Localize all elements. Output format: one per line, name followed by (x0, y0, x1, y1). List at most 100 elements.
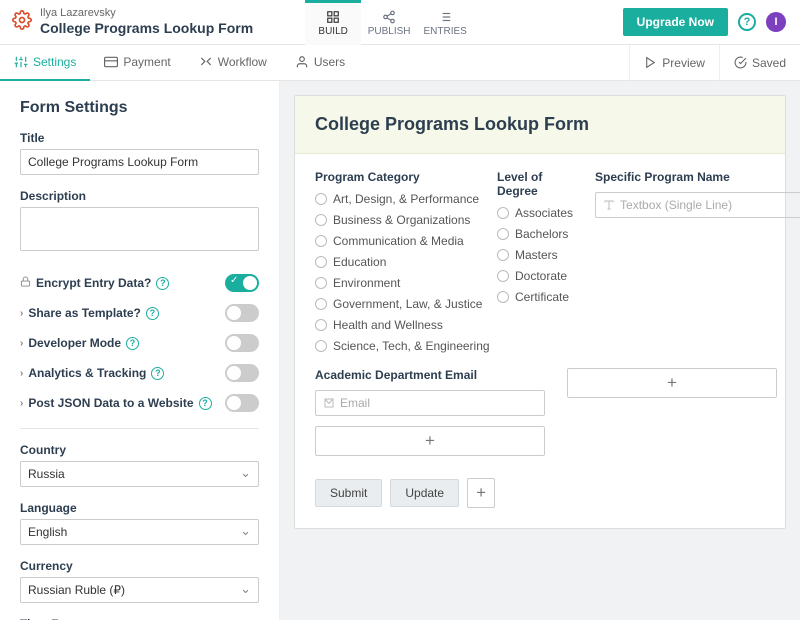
sidebar-heading: Form Settings (20, 99, 259, 117)
subtab-workflow[interactable]: Workflow (185, 45, 281, 81)
secondary-bar: Settings Payment Workflow Users Preview … (0, 45, 800, 81)
opt-developer-label: Developer Mode (28, 336, 121, 350)
radio-option[interactable]: Associates (497, 206, 573, 220)
topbar: Ilya Lazarevsky College Programs Lookup … (0, 0, 800, 45)
subtab-payment[interactable]: Payment (90, 45, 184, 81)
radio-icon (315, 256, 327, 268)
description-label: Description (20, 189, 259, 203)
submit-button[interactable]: Submit (315, 479, 382, 507)
add-action-button[interactable]: + (467, 478, 495, 508)
radio-label: Bachelors (515, 227, 568, 241)
update-button[interactable]: Update (390, 479, 459, 507)
radio-option[interactable]: Doctorate (497, 269, 573, 283)
radio-option[interactable]: Government, Law, & Justice (315, 297, 475, 311)
email-label: Academic Department Email (315, 368, 545, 382)
radio-option[interactable]: Environment (315, 276, 475, 290)
opt-share-label: Share as Template? (28, 306, 141, 320)
radio-option[interactable]: Education (315, 255, 475, 269)
tab-build[interactable]: BUILD (305, 0, 361, 45)
email-placeholder: Email (340, 396, 370, 410)
program-name-input[interactable]: Textbox (Single Line) (595, 192, 800, 218)
form-card: College Programs Lookup Form Program Cat… (294, 95, 786, 529)
field-level-of-degree[interactable]: Level of Degree AssociatesBachelorsMaste… (497, 170, 573, 360)
radio-option[interactable]: Bachelors (497, 227, 573, 241)
radio-option[interactable]: Communication & Media (315, 234, 475, 248)
description-input[interactable] (20, 207, 259, 251)
add-field-button[interactable]: + (315, 426, 545, 456)
help-icon[interactable]: ? (738, 13, 756, 31)
radio-option[interactable]: Masters (497, 248, 573, 262)
col3-label: Specific Program Name (595, 170, 800, 184)
toggle-postjson[interactable] (225, 394, 259, 412)
col1-label: Program Category (315, 170, 475, 184)
tab-publish-label: PUBLISH (368, 26, 411, 37)
radio-option[interactable]: Science, Tech, & Engineering (315, 339, 475, 353)
radio-option[interactable]: Health and Wellness (315, 318, 475, 332)
currency-select[interactable]: Russian Ruble (₽) (20, 577, 259, 603)
upgrade-button[interactable]: Upgrade Now (623, 8, 728, 36)
subtab-users[interactable]: Users (281, 45, 359, 81)
radio-label: Doctorate (515, 269, 567, 283)
field-department-email[interactable]: Academic Department Email Email + (315, 368, 545, 456)
opt-postjson-label: Post JSON Data to a Website (28, 396, 193, 410)
subtab-settings[interactable]: Settings (0, 45, 90, 81)
form-title: College Programs Lookup Form (315, 114, 765, 135)
help-icon[interactable]: ? (146, 307, 159, 320)
help-icon[interactable]: ? (199, 397, 212, 410)
email-input[interactable]: Email (315, 390, 545, 416)
radio-icon (315, 235, 327, 247)
radio-label: Masters (515, 248, 558, 262)
toggle-share[interactable] (225, 304, 259, 322)
radio-label: Certificate (515, 290, 569, 304)
subtab-settings-label: Settings (33, 55, 76, 69)
avatar[interactable]: I (766, 12, 786, 32)
radio-icon (315, 277, 327, 289)
radio-icon (315, 340, 327, 352)
logo-gear-icon (12, 10, 32, 33)
radio-label: Education (333, 255, 386, 269)
help-icon[interactable]: ? (151, 367, 164, 380)
language-select[interactable]: English (20, 519, 259, 545)
title-input[interactable] (20, 149, 259, 175)
subtab-users-label: Users (314, 55, 345, 69)
brand: Ilya Lazarevsky College Programs Lookup … (0, 7, 265, 37)
preview-button[interactable]: Preview (629, 45, 719, 81)
radio-option[interactable]: Art, Design, & Performance (315, 192, 475, 206)
toggle-developer[interactable] (225, 334, 259, 352)
help-icon[interactable]: ? (126, 337, 139, 350)
language-label: Language (20, 501, 259, 515)
chevron-right-icon: › (20, 338, 23, 349)
radio-icon (497, 291, 509, 303)
help-icon[interactable]: ? (156, 277, 169, 290)
toggle-analytics[interactable] (225, 364, 259, 382)
opt-encrypt-label: Encrypt Entry Data? (36, 276, 151, 290)
form-title-header: College Programs Lookup Form (40, 20, 253, 37)
saved-indicator: Saved (719, 45, 800, 81)
sidebar: Form Settings Title Description Encrypt … (0, 81, 280, 620)
tab-entries[interactable]: ENTRIES (417, 0, 473, 45)
radio-icon (497, 270, 509, 282)
currency-label: Currency (20, 559, 259, 573)
radio-option[interactable]: Business & Organizations (315, 213, 475, 227)
opt-analytics-label: Analytics & Tracking (28, 366, 146, 380)
radio-option[interactable]: Certificate (497, 290, 573, 304)
toggle-encrypt[interactable] (225, 274, 259, 292)
add-field-button[interactable]: + (567, 368, 777, 398)
field-specific-program-name[interactable]: Specific Program Name Textbox (Single Li… (595, 170, 800, 360)
radio-label: Government, Law, & Justice (333, 297, 482, 311)
form-header: College Programs Lookup Form (295, 96, 785, 154)
radio-icon (497, 228, 509, 240)
radio-icon (497, 207, 509, 219)
chevron-right-icon: › (20, 398, 23, 409)
tab-publish[interactable]: PUBLISH (361, 0, 417, 45)
tab-build-label: BUILD (318, 26, 347, 37)
owner-name: Ilya Lazarevsky (40, 7, 253, 20)
radio-icon (315, 193, 327, 205)
subtab-payment-label: Payment (123, 55, 170, 69)
radio-label: Associates (515, 206, 573, 220)
country-select[interactable]: Russia (20, 461, 259, 487)
title-label: Title (20, 131, 259, 145)
radio-label: Science, Tech, & Engineering (333, 339, 490, 353)
field-program-category[interactable]: Program Category Art, Design, & Performa… (315, 170, 475, 360)
radio-label: Business & Organizations (333, 213, 470, 227)
